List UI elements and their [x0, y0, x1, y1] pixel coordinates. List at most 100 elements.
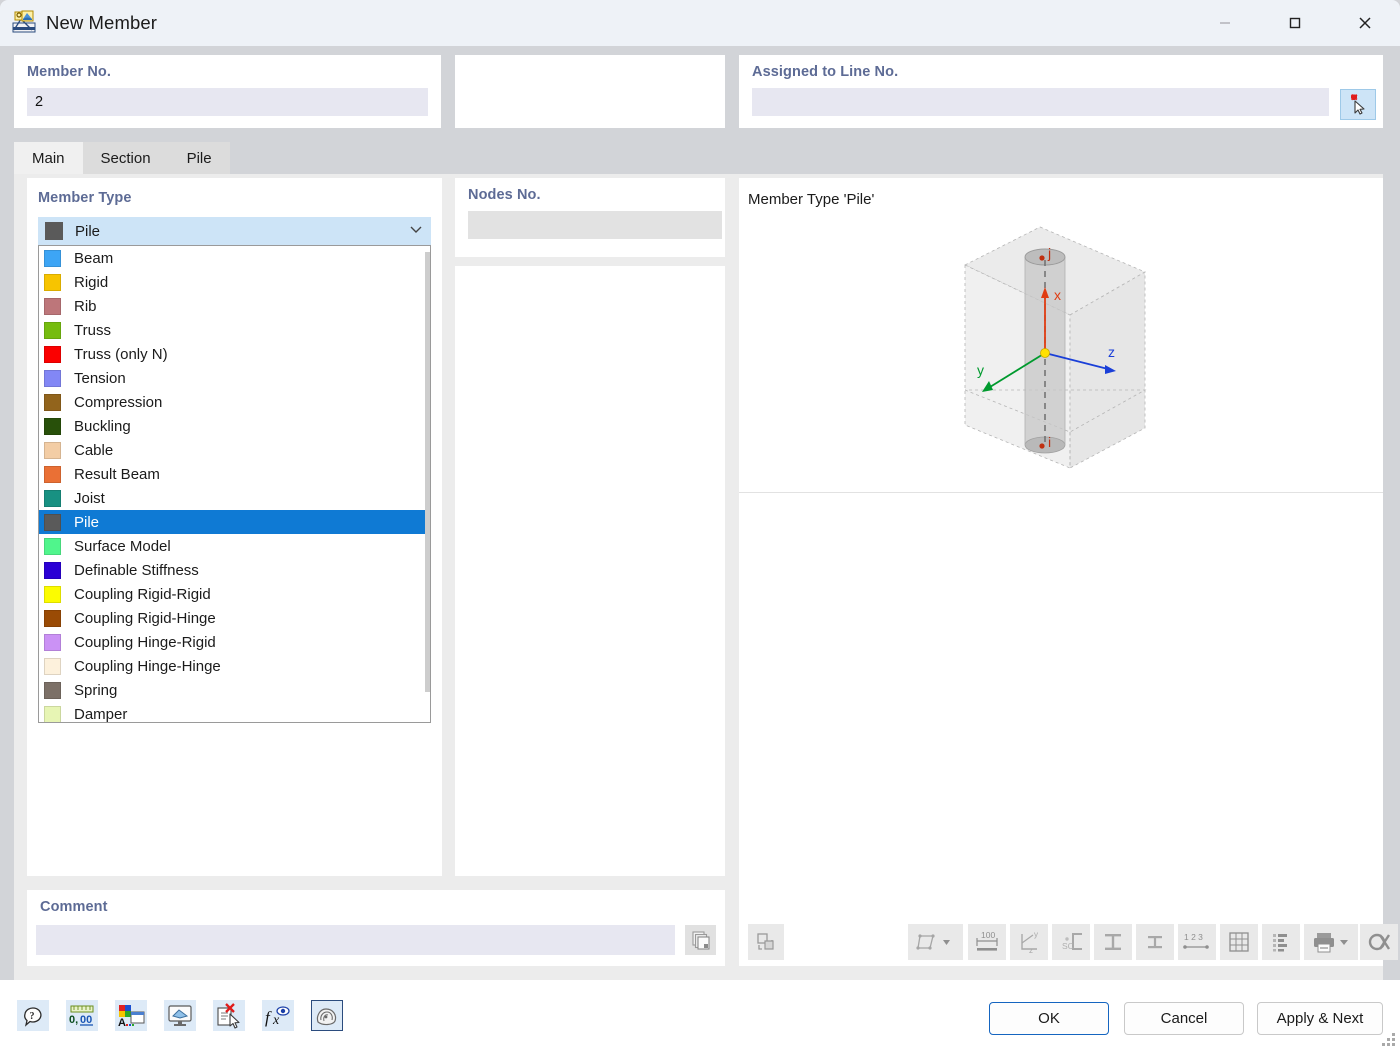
copy-comment-icon[interactable]	[685, 925, 716, 955]
dropdown-option[interactable]: Coupling Rigid-Rigid	[39, 582, 430, 606]
grid-icon[interactable]	[1220, 924, 1258, 960]
dropdown-option[interactable]: Cable	[39, 438, 430, 462]
svg-text:z: z	[1029, 946, 1033, 955]
section-i-vertical-icon[interactable]	[1136, 924, 1174, 960]
option-color-swatch	[44, 418, 61, 435]
option-label: Definable Stiffness	[74, 562, 199, 579]
rotate-view-icon[interactable]	[748, 924, 784, 960]
option-label: Coupling Hinge-Rigid	[74, 634, 216, 651]
list-properties-icon[interactable]	[1262, 924, 1300, 960]
tab-pile[interactable]: Pile	[169, 142, 230, 174]
maximize-icon[interactable]	[1260, 0, 1330, 46]
dropdown-option[interactable]: Buckling	[39, 414, 430, 438]
dropdown-option[interactable]: Compression	[39, 390, 430, 414]
shear-center-icon[interactable]: SC	[1052, 924, 1090, 960]
svg-text:y: y	[1034, 930, 1038, 939]
numbering-123-icon[interactable]: 1 2 3	[1178, 924, 1216, 960]
delete-document-icon[interactable]	[213, 1000, 245, 1031]
resize-grip[interactable]	[1382, 1033, 1396, 1047]
option-color-swatch	[44, 298, 61, 315]
option-color-swatch	[44, 250, 61, 267]
view-settings-icon[interactable]	[164, 1000, 196, 1031]
ok-button[interactable]: OK	[989, 1002, 1109, 1035]
apply-next-button[interactable]: Apply & Next	[1257, 1002, 1383, 1035]
option-label: Coupling Rigid-Hinge	[74, 610, 216, 627]
section-shape-icon[interactable]	[908, 924, 963, 960]
nodes-no-input[interactable]	[468, 211, 722, 239]
minimize-icon[interactable]	[1190, 0, 1260, 46]
dropdown-option[interactable]: Coupling Hinge-Rigid	[39, 630, 430, 654]
assigned-line-no-group: Assigned to Line No.	[739, 55, 1383, 128]
dropdown-option[interactable]: Truss (only N)	[39, 342, 430, 366]
dropdown-option[interactable]: Tension	[39, 366, 430, 390]
title-bar: New Member	[0, 0, 1400, 46]
dropdown-option[interactable]: Joist	[39, 486, 430, 510]
display-properties-icon[interactable]: A	[115, 1000, 147, 1031]
option-color-swatch	[44, 706, 61, 723]
option-label: Joist	[74, 490, 105, 507]
member-no-label: Member No.	[27, 64, 428, 80]
option-label: Truss (only N)	[74, 346, 168, 363]
node-label-j: j	[1047, 245, 1051, 261]
dropdown-option[interactable]: Definable Stiffness	[39, 558, 430, 582]
print-icon[interactable]	[1304, 924, 1358, 960]
member-type-combobox[interactable]: Pile	[38, 217, 431, 245]
option-label: Truss	[74, 322, 111, 339]
new-member-dialog: New Member Member No. 2 Assigned to Line…	[0, 0, 1400, 1050]
units-decimals-icon[interactable]: 0, 00	[66, 1000, 98, 1031]
dropdown-option[interactable]: Rib	[39, 294, 430, 318]
dropdown-option[interactable]: Spring	[39, 678, 430, 702]
select-line-icon[interactable]	[1340, 89, 1376, 120]
tab-strip: Main Section Pile	[14, 142, 230, 174]
dropdown-option[interactable]: Surface Model	[39, 534, 430, 558]
tab-section[interactable]: Section	[83, 142, 169, 174]
option-label: Damper	[74, 706, 127, 723]
option-color-swatch	[44, 490, 61, 507]
option-color-swatch	[44, 682, 61, 699]
dropdown-option[interactable]: Result Beam	[39, 462, 430, 486]
preview-separator	[739, 492, 1383, 493]
member-type-selected-value: Pile	[75, 223, 100, 240]
section-i-horizontal-icon[interactable]	[1094, 924, 1132, 960]
formula-icon[interactable]: f x	[262, 1000, 294, 1031]
option-color-swatch	[44, 514, 61, 531]
option-color-swatch	[44, 658, 61, 675]
option-color-swatch	[44, 346, 61, 363]
option-label: Tension	[74, 370, 126, 387]
svg-text:100: 100	[981, 930, 995, 940]
clear-icon[interactable]	[1360, 924, 1398, 960]
dimensions-100-icon[interactable]: 100	[968, 924, 1006, 960]
dropdown-option[interactable]: Damper	[39, 702, 430, 723]
dropdown-option[interactable]: Coupling Hinge-Hinge	[39, 654, 430, 678]
dropdown-option[interactable]: Beam	[39, 246, 430, 270]
dropdown-option[interactable]: Coupling Rigid-Hinge	[39, 606, 430, 630]
axis-label-y: y	[977, 362, 984, 378]
pile-member-diagram: x z y j i	[930, 210, 1180, 485]
help-icon[interactable]: ?	[17, 1000, 49, 1031]
dropdown-scrollbar[interactable]	[425, 246, 430, 723]
close-icon[interactable]	[1330, 0, 1400, 46]
chevron-down-icon[interactable]	[408, 221, 424, 242]
member-no-input[interactable]: 2	[27, 88, 428, 116]
tab-main[interactable]: Main	[14, 142, 83, 174]
svg-text:1 2 3: 1 2 3	[1184, 932, 1203, 942]
nodes-no-panel: Nodes No.	[455, 178, 725, 257]
model-visualization-icon[interactable]	[311, 1000, 343, 1031]
member-type-dropdown-list[interactable]: Beam Rigid Rib Truss Truss (only N) Tension Co…	[38, 245, 431, 723]
preview-caption: Member Type 'Pile'	[748, 191, 874, 208]
member-icon	[11, 10, 37, 36]
preview-toolbar: 100 y z SC	[748, 924, 1378, 960]
cancel-button[interactable]: Cancel	[1124, 1002, 1244, 1035]
dropdown-option[interactable]: Truss	[39, 318, 430, 342]
assigned-line-no-input[interactable]	[752, 88, 1329, 116]
dropdown-option[interactable]: Pile	[39, 510, 430, 534]
comment-input[interactable]	[36, 925, 675, 955]
member-type-color-swatch	[45, 222, 63, 240]
svg-text:A: A	[118, 1017, 126, 1029]
local-axes-icon[interactable]: y z	[1010, 924, 1048, 960]
option-label: Rigid	[74, 274, 108, 291]
option-label: Surface Model	[74, 538, 171, 555]
dropdown-option[interactable]: Rigid	[39, 270, 430, 294]
option-label: Beam	[74, 250, 113, 267]
dropdown-scrollbar-thumb[interactable]	[425, 252, 430, 692]
